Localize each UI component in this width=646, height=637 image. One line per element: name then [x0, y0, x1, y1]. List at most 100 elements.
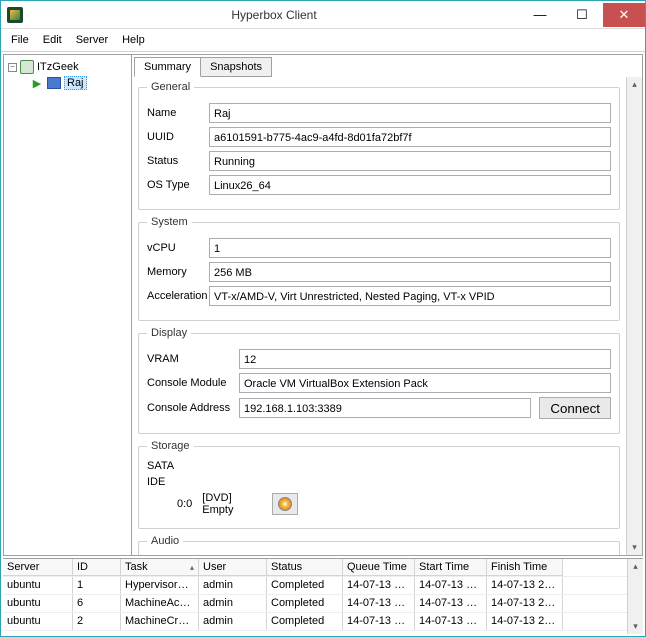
tab-summary[interactable]: Summary [134, 57, 201, 77]
cell-status: Completed [267, 595, 343, 612]
storage-sata[interactable]: SATA [147, 458, 611, 474]
cell-task: HypervisorC... [121, 577, 199, 594]
cell-ft: 14-07-13 21... [487, 613, 563, 630]
memory-field[interactable]: 256 MB [209, 262, 611, 282]
cell-ft: 14-07-13 21... [487, 595, 563, 612]
audio-legend: Audio [147, 535, 183, 547]
tree-vm-label: Raj [64, 76, 87, 90]
maximize-button[interactable]: ☐ [561, 3, 603, 27]
sort-asc-icon: ▴ [190, 561, 194, 574]
tree-collapse-icon[interactable]: − [8, 63, 17, 72]
cell-server: ubuntu [3, 577, 73, 594]
name-field[interactable]: Raj [209, 103, 611, 123]
cell-id: 2 [73, 613, 121, 630]
task-panel: Server ID Task▴ User Status Queue Time S… [3, 558, 643, 634]
col-task[interactable]: Task▴ [121, 559, 199, 576]
main-panel: Summary Snapshots General Name Raj UUID … [132, 55, 642, 555]
cell-qt: 14-07-13 21... [343, 613, 415, 630]
vram-label: VRAM [147, 353, 235, 365]
console-address-label: Console Address [147, 402, 235, 414]
window-title: Hyperbox Client [29, 8, 519, 22]
menubar: File Edit Server Help [1, 29, 645, 52]
general-section: General Name Raj UUID a6101591-b775-4ac9… [138, 81, 620, 210]
console-module-field[interactable]: Oracle VM VirtualBox Extension Pack [239, 373, 611, 393]
cell-st: 14-07-13 21... [415, 577, 487, 594]
task-row[interactable]: ubuntu1HypervisorC...adminCompleted14-07… [3, 577, 627, 595]
tree-vm-row[interactable]: ▶ Raj [8, 75, 127, 91]
cell-user: admin [199, 595, 267, 612]
cell-server: ubuntu [3, 595, 73, 612]
main-scrollbar[interactable]: ▴ ▾ [626, 77, 642, 555]
storage-legend: Storage [147, 440, 194, 452]
server-tree[interactable]: − ITzGeek ▶ Raj [4, 55, 132, 555]
cell-ft: 14-07-13 21... [487, 577, 563, 594]
content-area: − ITzGeek ▶ Raj Summary Snapshots Genera… [3, 54, 643, 556]
col-start-time[interactable]: Start Time [415, 559, 487, 576]
cell-task: MachineCreate [121, 613, 199, 630]
storage-type: [DVD] [202, 492, 231, 504]
system-legend: System [147, 216, 192, 228]
status-label: Status [147, 155, 205, 167]
server-icon [20, 60, 34, 74]
cell-status: Completed [267, 613, 343, 630]
col-queue-time[interactable]: Queue Time [343, 559, 415, 576]
cell-user: admin [199, 613, 267, 630]
name-label: Name [147, 107, 205, 119]
disc-icon [278, 497, 292, 511]
console-address-field[interactable]: 192.168.1.103:3389 [239, 398, 531, 418]
vcpu-field[interactable]: 1 [209, 238, 611, 258]
col-id[interactable]: ID [73, 559, 121, 576]
audio-section: Audio [138, 535, 620, 555]
tab-snapshots[interactable]: Snapshots [200, 57, 272, 77]
col-server[interactable]: Server [3, 559, 73, 576]
task-table[interactable]: Server ID Task▴ User Status Queue Time S… [3, 559, 627, 634]
connect-button[interactable]: Connect [539, 397, 611, 419]
display-section: Display VRAM 12 Console Module Oracle VM… [138, 327, 620, 434]
uuid-field[interactable]: a6101591-b775-4ac9-a4fd-8d01fa72bf7f [209, 127, 611, 147]
col-user[interactable]: User [199, 559, 267, 576]
cell-server: ubuntu [3, 613, 73, 630]
scroll-up-icon[interactable]: ▴ [632, 79, 637, 90]
col-finish-time[interactable]: Finish Time [487, 559, 563, 576]
col-status[interactable]: Status [267, 559, 343, 576]
cell-st: 14-07-13 21... [415, 613, 487, 630]
task-row[interactable]: ubuntu2MachineCreateadminCompleted14-07-… [3, 613, 627, 631]
scroll-down-icon[interactable]: ▾ [633, 621, 638, 632]
storage-section: Storage SATA IDE 0:0 [DVD] Empty [138, 440, 620, 529]
app-icon [7, 7, 23, 23]
cell-qt: 14-07-13 21... [343, 595, 415, 612]
storage-device-row[interactable]: 0:0 [DVD] Empty [147, 490, 611, 518]
scroll-down-icon[interactable]: ▾ [632, 542, 637, 553]
titlebar: Hyperbox Client — ☐ ✕ [1, 1, 645, 29]
cell-qt: 14-07-13 21... [343, 577, 415, 594]
cell-task: MachineAcpi... [121, 595, 199, 612]
ostype-field[interactable]: Linux26_64 [209, 175, 611, 195]
minimize-button[interactable]: — [519, 3, 561, 27]
menu-help[interactable]: Help [116, 32, 151, 48]
menu-server[interactable]: Server [70, 32, 114, 48]
storage-ide[interactable]: IDE [147, 474, 611, 490]
window-buttons: — ☐ ✕ [519, 3, 645, 27]
vram-field[interactable]: 12 [239, 349, 611, 369]
task-row[interactable]: ubuntu6MachineAcpi...adminCompleted14-07… [3, 595, 627, 613]
task-header-row: Server ID Task▴ User Status Queue Time S… [3, 559, 627, 577]
menu-file[interactable]: File [5, 32, 35, 48]
general-legend: General [147, 81, 194, 93]
storage-value: Empty [202, 504, 233, 516]
tree-server-row[interactable]: − ITzGeek [8, 59, 127, 75]
close-button[interactable]: ✕ [603, 3, 645, 27]
cell-st: 14-07-13 21... [415, 595, 487, 612]
scroll-up-icon[interactable]: ▴ [633, 561, 638, 572]
vm-icon [47, 77, 61, 89]
disc-select-button[interactable] [272, 493, 298, 515]
accel-label: Acceleration [147, 290, 205, 302]
storage-port: 0:0 [177, 498, 192, 510]
cell-user: admin [199, 577, 267, 594]
accel-field[interactable]: VT-x/AMD-V, Virt Unrestricted, Nested Pa… [209, 286, 611, 306]
cell-id: 1 [73, 577, 121, 594]
status-field[interactable]: Running [209, 151, 611, 171]
task-scrollbar[interactable]: ▴ ▾ [627, 559, 643, 634]
cell-id: 6 [73, 595, 121, 612]
cell-status: Completed [267, 577, 343, 594]
menu-edit[interactable]: Edit [37, 32, 68, 48]
